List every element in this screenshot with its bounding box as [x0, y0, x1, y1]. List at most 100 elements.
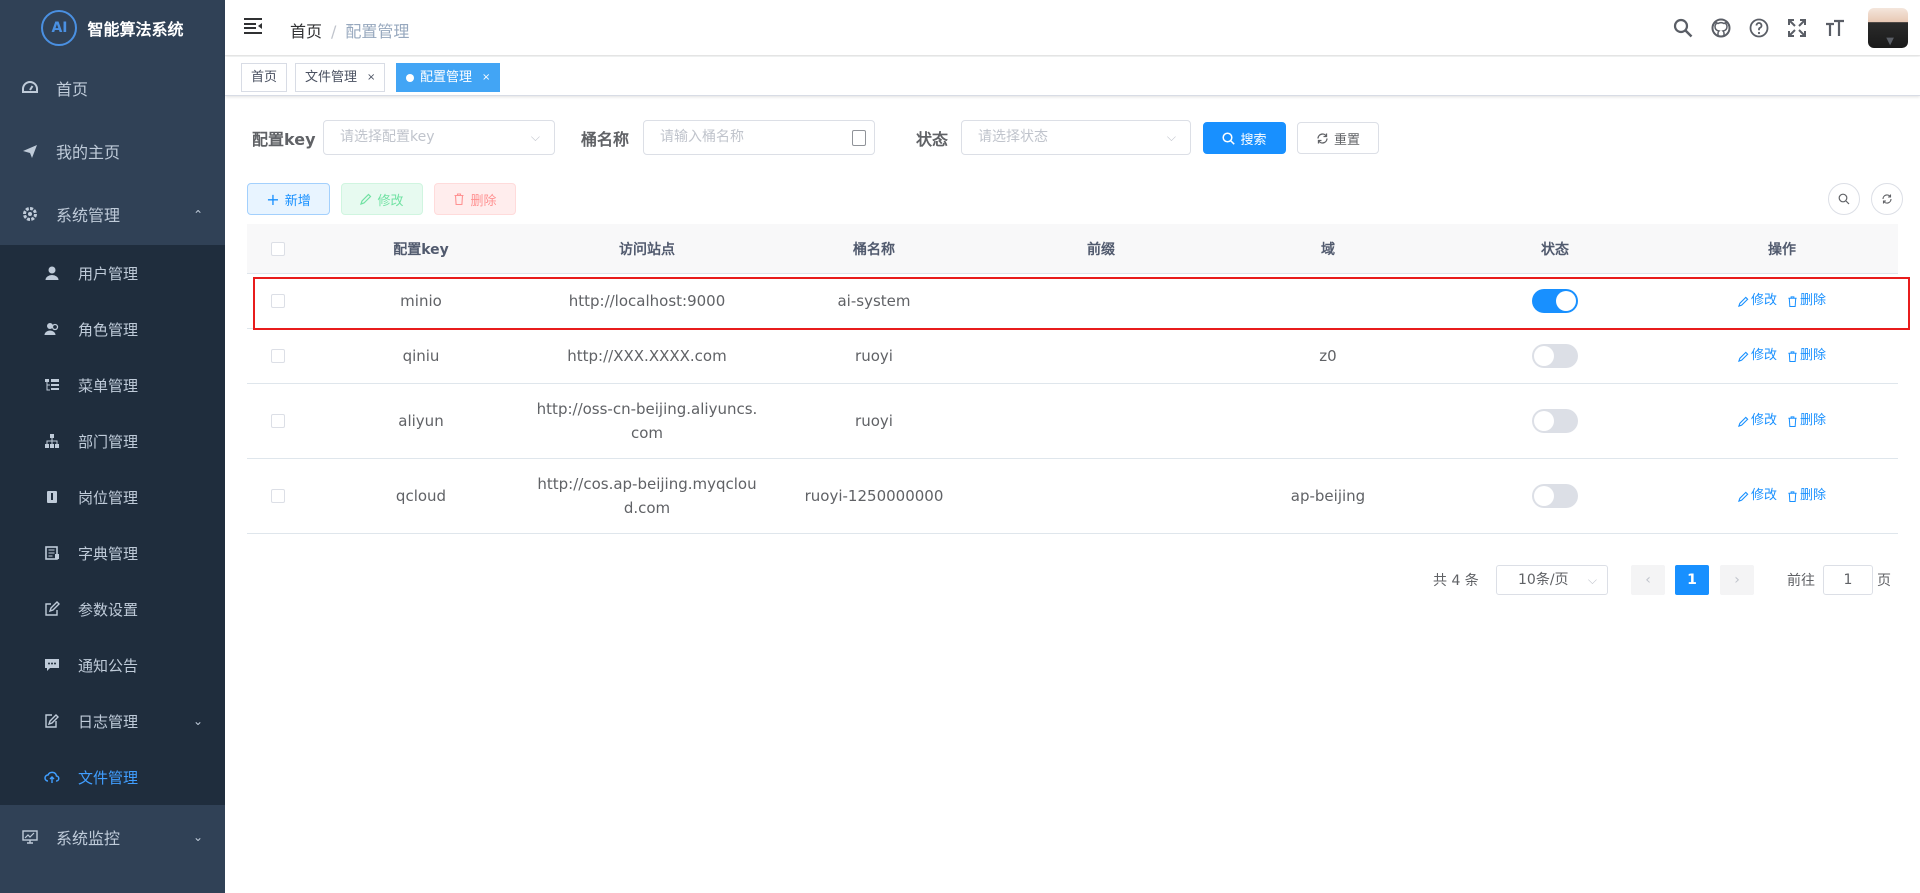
caret-down-icon[interactable]: ▼ — [1886, 36, 1894, 47]
table-header: 配置key 访问站点 桶名称 前缀 域 状态 操作 — [247, 224, 1898, 274]
sidebar-item-user[interactable]: 用户管理 — [0, 245, 225, 301]
config-key-placeholder: 请选择配置key — [340, 129, 435, 145]
config-key-select[interactable]: 请选择配置key ⌵ — [323, 120, 555, 155]
tag-config-management[interactable]: 配置管理 × — [396, 63, 501, 92]
row-checkbox[interactable] — [271, 349, 285, 363]
search-icon — [1838, 193, 1850, 205]
row-delete-link[interactable]: 删除 — [1787, 344, 1826, 368]
sidebar-item-label: 日志管理 — [78, 712, 139, 731]
row-edit-link[interactable]: 修改 — [1738, 484, 1777, 508]
breadcrumb-home[interactable]: 首页 — [290, 22, 322, 41]
sidebar-item-system[interactable]: 系统管理 ⌄ — [0, 182, 225, 245]
question-icon[interactable] — [1740, 9, 1778, 47]
select-all-checkbox[interactable] — [271, 241, 285, 256]
search-icon[interactable] — [1664, 9, 1702, 47]
edit-button-label: 修改 — [377, 193, 404, 209]
row-select-cell[interactable] — [247, 414, 309, 428]
sidebar-item-dept[interactable]: 部门管理 — [0, 413, 225, 469]
sidebar-item-home[interactable]: 首页 — [0, 56, 225, 119]
sidebar-item-dict[interactable]: 字典管理 — [0, 525, 225, 581]
status-switch[interactable] — [1532, 344, 1578, 368]
cell-bucket: ruoyi — [855, 347, 893, 365]
edit-icon — [1738, 351, 1749, 362]
cell-status — [1441, 344, 1669, 368]
input-suffix-icon — [852, 130, 866, 146]
post-icon — [44, 489, 60, 505]
row-checkbox[interactable] — [271, 414, 285, 428]
tag-file-management[interactable]: 文件管理 × — [295, 63, 386, 92]
hamburger-icon[interactable] — [243, 16, 263, 36]
row-actions: 修改 删除 — [1669, 344, 1895, 368]
goto-page-input[interactable]: 1 — [1823, 565, 1873, 595]
row-delete-label: 删除 — [1800, 348, 1827, 363]
peoples-icon — [44, 321, 60, 337]
edit-button[interactable]: 修改 — [341, 183, 423, 215]
app-title: 智能算法系统 — [87, 20, 184, 39]
pagination-total: 共 4 条 — [1433, 573, 1479, 589]
sidebar-item-file[interactable]: 文件管理 — [0, 749, 225, 805]
add-button[interactable]: + 新增 — [247, 183, 330, 215]
row-edit-link[interactable]: 修改 — [1738, 344, 1777, 368]
sidebar-item-profile[interactable]: 我的主页 — [0, 119, 225, 182]
row-delete-link[interactable]: 删除 — [1787, 484, 1826, 508]
fullscreen-icon[interactable] — [1778, 9, 1816, 47]
reset-button[interactable]: 重置 — [1297, 122, 1379, 154]
log-icon — [44, 713, 60, 729]
refresh-icon — [1882, 194, 1892, 204]
row-checkbox[interactable] — [271, 489, 285, 503]
tag-label: 首页 — [251, 70, 278, 85]
refresh-button[interactable] — [1871, 183, 1903, 215]
toggle-search-button[interactable] — [1828, 183, 1860, 215]
cell-actions: 修改 删除 — [1669, 344, 1895, 368]
sidebar-item-monitor[interactable]: 系统监控 ⌄ — [0, 805, 225, 868]
delete-button[interactable]: 删除 — [434, 183, 516, 215]
font-size-icon[interactable] — [1816, 9, 1854, 47]
sidebar-item-log[interactable]: 日志管理 ⌄ — [0, 693, 225, 749]
delete-icon — [1788, 490, 1797, 502]
row-edit-label: 修改 — [1750, 348, 1777, 363]
close-icon[interactable]: × — [482, 64, 490, 91]
add-button-label: 新增 — [284, 193, 311, 209]
column-header: 配置key — [393, 241, 449, 258]
cell-config-key: aliyun — [398, 412, 444, 430]
github-icon[interactable] — [1702, 9, 1740, 47]
prev-page-button[interactable]: ‹ — [1631, 565, 1665, 595]
header-select-all[interactable] — [247, 241, 309, 256]
status-switch[interactable] — [1532, 484, 1578, 508]
sidebar-item-label: 系统管理 — [56, 205, 121, 225]
table-row: qcloud http://cos.ap-beijing.myqclou d.co… — [247, 459, 1898, 534]
row-actions: 修改 删除 — [1669, 409, 1895, 433]
row-select-cell[interactable] — [247, 489, 309, 503]
sidebar: AI 智能算法系统 首页 我的主页 系统管理 ⌄ 用户管理 角色管理 菜单管理 … — [0, 0, 225, 893]
row-edit-label: 修改 — [1750, 488, 1777, 503]
logo[interactable]: AI 智能算法系统 — [0, 0, 225, 56]
row-delete-link[interactable]: 删除 — [1787, 409, 1826, 433]
cell-status — [1441, 484, 1669, 508]
gear-icon — [22, 206, 38, 222]
bucket-input[interactable]: 请输入桶名称 — [643, 120, 875, 155]
chevron-up-icon: ⌄ — [192, 206, 203, 221]
sidebar-item-role[interactable]: 角色管理 — [0, 301, 225, 357]
sidebar-item-notice[interactable]: 通知公告 — [0, 637, 225, 693]
sidebar-item-label: 首页 — [56, 79, 89, 99]
sidebar-item-label: 岗位管理 — [78, 488, 139, 507]
row-select-cell[interactable] — [247, 349, 309, 363]
search-icon — [1222, 131, 1236, 145]
next-page-button[interactable]: › — [1720, 565, 1754, 595]
search-button[interactable]: 搜索 — [1203, 122, 1286, 154]
sidebar-item-post[interactable]: 岗位管理 — [0, 469, 225, 525]
page-number-current[interactable]: 1 — [1675, 565, 1709, 595]
close-icon[interactable]: × — [367, 64, 375, 91]
tag-home[interactable]: 首页 — [241, 63, 288, 92]
monitor-icon — [22, 829, 38, 845]
page-size-select[interactable]: 10条/页 ⌵ — [1496, 565, 1608, 595]
cell-site-line: d.com — [623, 499, 671, 517]
sidebar-item-menu[interactable]: 菜单管理 — [0, 357, 225, 413]
status-select[interactable]: 请选择状态 ⌵ — [961, 120, 1191, 155]
logo-icon: AI — [41, 10, 78, 46]
sidebar-item-config[interactable]: 参数设置 — [0, 581, 225, 637]
status-switch[interactable] — [1532, 409, 1578, 433]
breadcrumb: 首页 / 配置管理 — [290, 18, 409, 42]
cell-site: http://cos.ap-beijing.myqclou d.com — [533, 472, 761, 520]
row-edit-link[interactable]: 修改 — [1738, 409, 1777, 433]
